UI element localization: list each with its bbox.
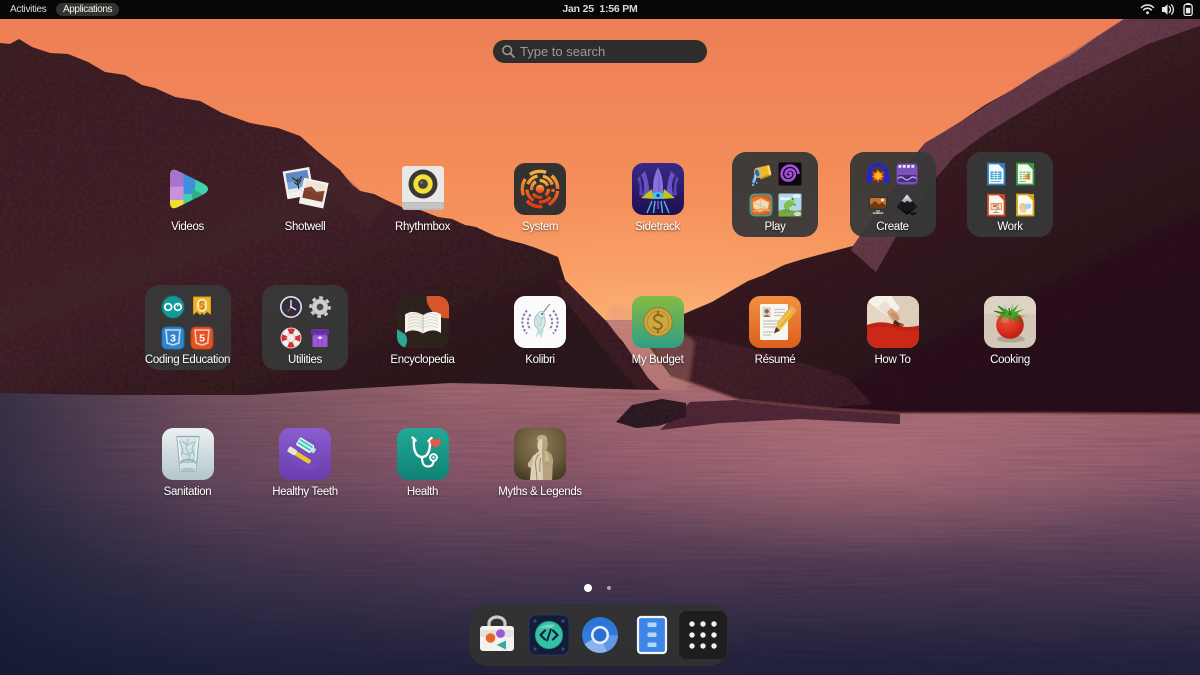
svg-text:5: 5 xyxy=(199,332,205,344)
svg-text:3: 3 xyxy=(170,332,176,344)
